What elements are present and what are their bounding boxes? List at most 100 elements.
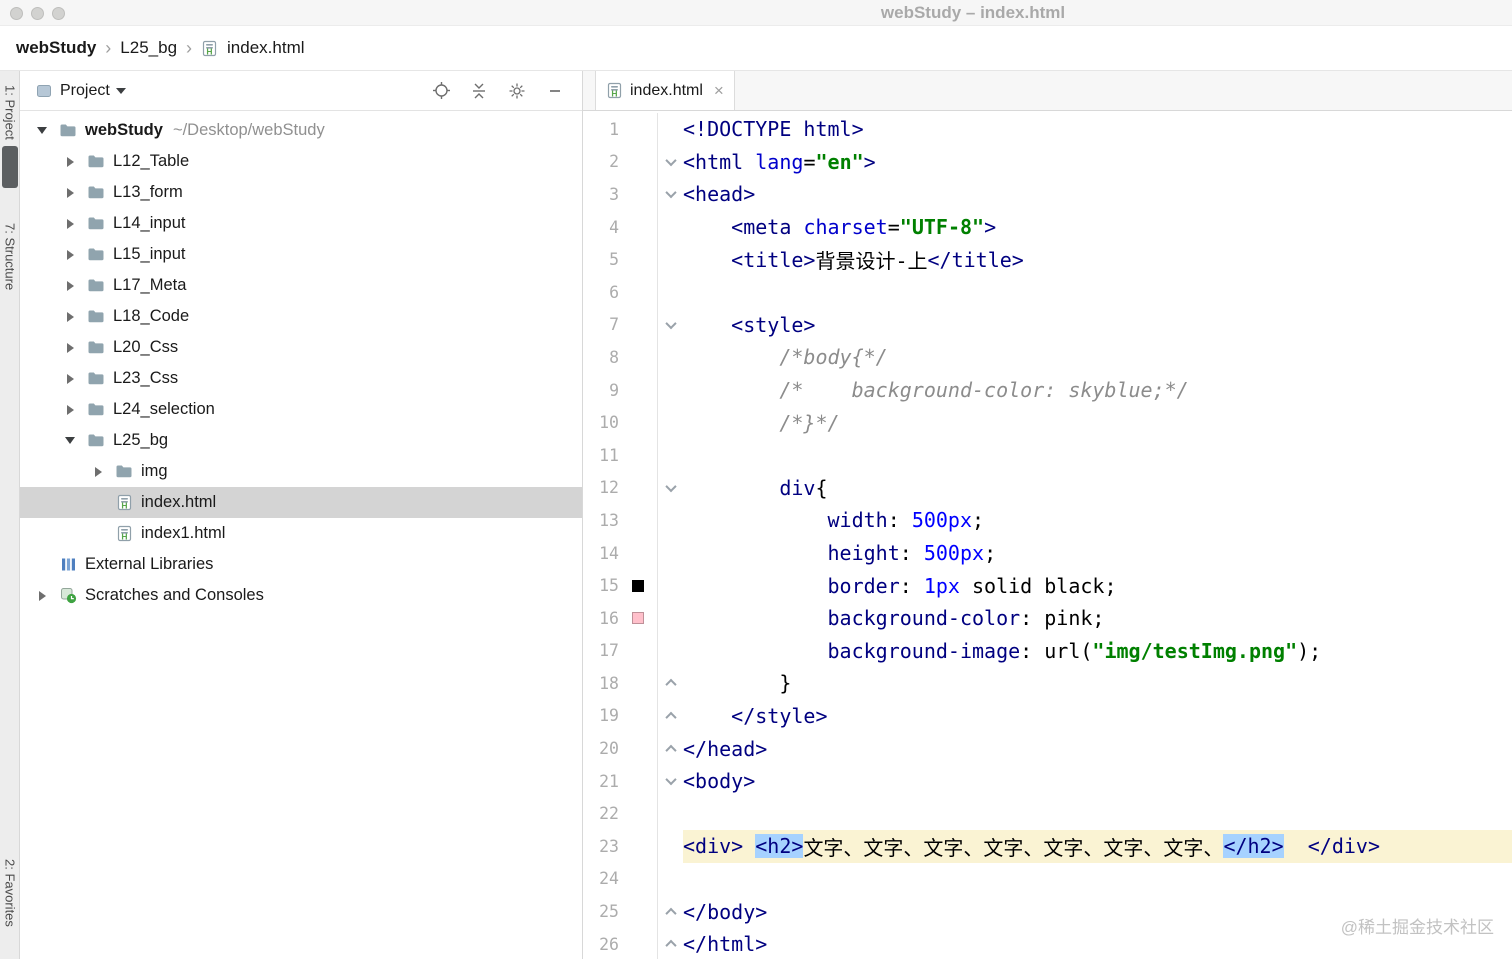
expand-arrow-icon[interactable] (66, 373, 74, 384)
fold-marker-icon[interactable] (664, 317, 677, 330)
project-panel-header: Project (20, 71, 582, 111)
code-line[interactable]: 2 <html lang = "en" > (583, 145, 1512, 179)
code-text: <style> (731, 312, 816, 337)
gutter: 7 (583, 308, 683, 342)
code-text: <body> (683, 769, 756, 794)
tree-item[interactable]: Hindex1.html (20, 518, 582, 549)
line-number: 6 (609, 282, 619, 302)
tree-item[interactable]: L24_selection (20, 394, 582, 425)
close-tab-icon[interactable]: × (714, 81, 724, 101)
folder-icon (112, 464, 136, 479)
expand-arrow-icon[interactable] (66, 311, 74, 322)
gutter: 2 (583, 145, 683, 179)
tree-item[interactable]: L23_Css (20, 363, 582, 394)
expand-arrow-icon[interactable] (66, 342, 74, 353)
expand-arrow-icon[interactable] (66, 249, 74, 260)
expand-arrow-icon[interactable] (66, 280, 74, 291)
tree-item[interactable]: L18_Code (20, 301, 582, 332)
color-swatch[interactable] (632, 612, 644, 625)
code-line[interactable]: 22 (583, 797, 1512, 831)
tree-item[interactable]: External Libraries (20, 549, 582, 580)
code-line[interactable]: 19 </style> (583, 699, 1512, 733)
code-line[interactable]: 23 <div> <h2> 文字、文字、文字、文字、文字、文字、文字、 </h2> <… (583, 830, 1512, 863)
expand-arrow-icon[interactable] (38, 590, 46, 601)
code-text: } (683, 671, 792, 696)
code-line[interactable]: 21 <body> (583, 764, 1512, 798)
chevron-down-icon[interactable] (115, 87, 126, 94)
tool-button-structure[interactable]: 7: Structure (0, 223, 20, 290)
breadcrumb-item[interactable]: webStudy (16, 38, 96, 58)
gutter: 16 (583, 601, 683, 635)
code-line[interactable]: 9 /* background-color: skyblue;*/ (583, 373, 1512, 407)
tree-item[interactable]: webStudy ~/Desktop/webStudy (20, 115, 582, 146)
fold-marker-icon[interactable] (664, 744, 677, 756)
code-line[interactable]: 17 background-image: url("img/testImg.pn… (583, 634, 1512, 668)
code-line[interactable]: 7 <style> (583, 308, 1512, 342)
code-line[interactable]: 24 (583, 862, 1512, 896)
tree-item[interactable]: L20_Css (20, 332, 582, 363)
expand-arrow-icon[interactable] (66, 218, 74, 229)
fold-marker-icon[interactable] (664, 679, 677, 691)
locate-icon[interactable] (428, 78, 454, 104)
code-line[interactable]: 1 <!DOCTYPE html> (583, 113, 1512, 146)
code-line[interactable]: 5 <title> 背景设计-上 </title> (583, 243, 1512, 276)
hide-panel-icon[interactable] (542, 78, 568, 104)
collapse-arrow-icon[interactable] (37, 127, 47, 134)
svg-text:H: H (611, 88, 617, 98)
tree-item[interactable]: img (20, 456, 582, 487)
fold-marker-icon[interactable] (664, 711, 677, 724)
code-line[interactable]: 16 background-color: pink; (583, 601, 1512, 635)
breadcrumb-item[interactable]: L25_bg (120, 38, 177, 58)
fold-marker-icon[interactable] (664, 187, 677, 199)
tree-item[interactable]: L25_bg (20, 425, 582, 456)
collapse-all-icon[interactable] (466, 78, 492, 104)
minimize-window-button[interactable] (31, 7, 44, 20)
breadcrumb-item[interactable]: index.html (227, 38, 304, 58)
code-line[interactable]: 13 width: 500px; (583, 504, 1512, 537)
color-swatch[interactable] (632, 579, 644, 592)
code-text: <!DOCTYPE html> (683, 117, 864, 142)
settings-gear-icon[interactable] (504, 78, 530, 104)
tree-item[interactable]: L17_Meta (20, 270, 582, 301)
svg-text:H: H (121, 500, 127, 510)
line-number: 16 (599, 608, 619, 628)
code-line[interactable]: 11 (583, 438, 1512, 472)
tree-item[interactable]: L12_Table (20, 146, 582, 177)
code-line[interactable]: 14 height: 500px; (583, 536, 1512, 570)
fold-marker-icon[interactable] (664, 939, 677, 952)
zoom-window-button[interactable] (52, 7, 65, 20)
tree-item[interactable]: L14_input (20, 208, 582, 239)
tab-index-html[interactable]: H index.html × (595, 71, 735, 110)
tree-item[interactable]: L15_input (20, 239, 582, 270)
expand-arrow-icon[interactable] (66, 187, 74, 198)
expand-arrow-icon[interactable] (66, 404, 74, 415)
tree-item[interactable]: Scratches and Consoles (20, 580, 582, 611)
expand-arrow-icon[interactable] (94, 466, 102, 477)
code-line[interactable]: 15 border: 1px solid black; (583, 569, 1512, 602)
tool-button-favorites[interactable]: 2: Favorites (0, 859, 20, 927)
fold-marker-icon[interactable] (664, 154, 677, 167)
code-line[interactable]: 18 } (583, 667, 1512, 700)
tree-item[interactable]: Hindex.html (20, 487, 582, 518)
editor-body[interactable]: 1 <!DOCTYPE html> 2 <html lang = "en" > 3 <head>… (583, 111, 1512, 959)
fold-marker-icon[interactable] (664, 907, 677, 919)
close-window-button[interactable] (10, 7, 23, 20)
expand-arrow-icon[interactable] (66, 156, 74, 167)
gutter: 19 (583, 699, 683, 733)
code-line[interactable]: 4 <meta charset = "UTF-8" > (583, 210, 1512, 244)
tool-button-project[interactable]: 1: Project (0, 85, 20, 188)
code-line[interactable]: 6 (583, 275, 1512, 309)
code-line[interactable]: 8 /*body{*/ (583, 341, 1512, 374)
fold-marker-icon[interactable] (664, 480, 677, 493)
project-panel-title[interactable]: Project (60, 82, 110, 100)
line-number: 10 (599, 413, 619, 433)
code-line[interactable]: 3 <head> (583, 178, 1512, 211)
code-line[interactable]: 12 div{ (583, 471, 1512, 505)
collapse-arrow-icon[interactable] (65, 437, 75, 444)
code-line[interactable]: 10 /*}*/ (583, 406, 1512, 439)
line-number: 9 (609, 380, 619, 400)
code-line[interactable]: 20 </head> (583, 732, 1512, 765)
fold-marker-icon[interactable] (664, 774, 677, 786)
tree-item[interactable]: L13_form (20, 177, 582, 208)
